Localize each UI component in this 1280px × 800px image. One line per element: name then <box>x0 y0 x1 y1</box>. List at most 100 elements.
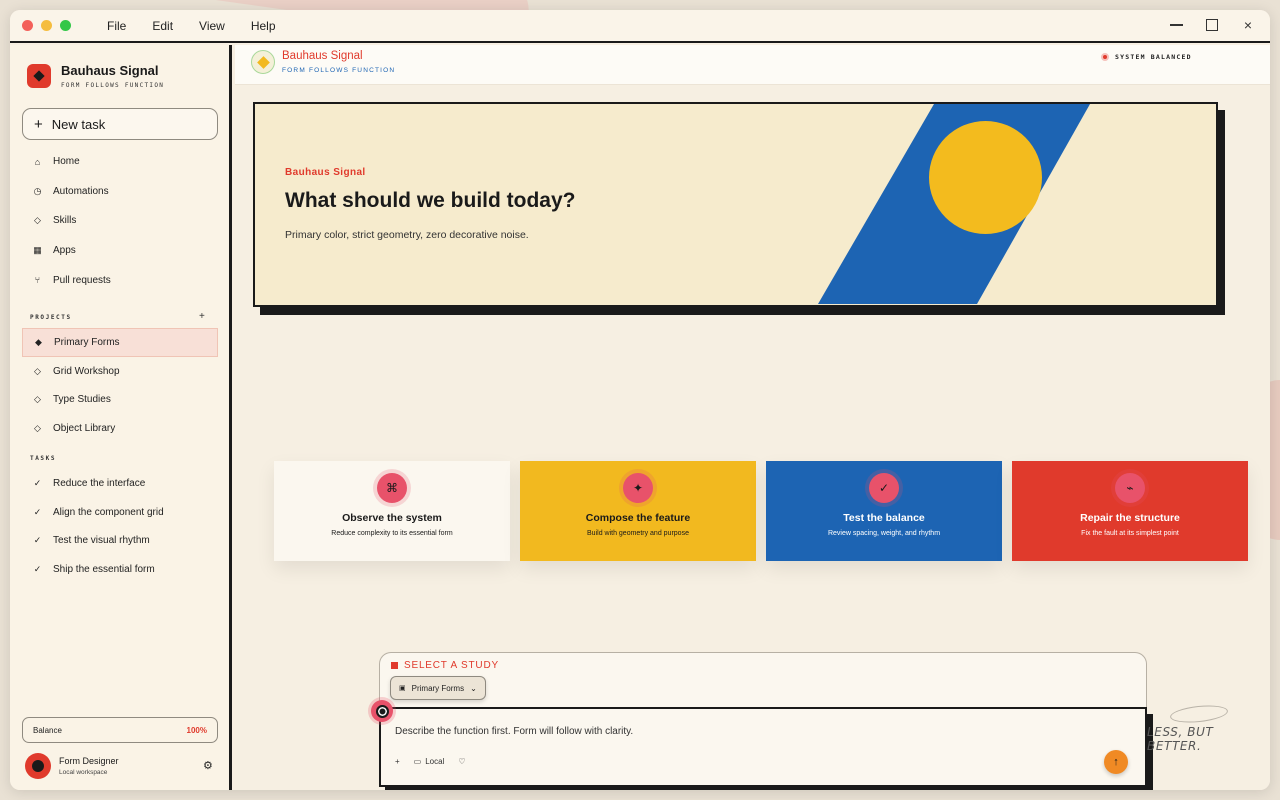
local-mode-button[interactable]: ▭ Local <box>414 757 445 766</box>
task-item[interactable]: ✓ Ship the essential form <box>22 555 218 584</box>
task-label: Ship the essential form <box>53 564 155 576</box>
topbar-subtitle: Form follows function <box>282 67 396 74</box>
card-repair-structure[interactable]: ⌁ Repair the structure Fix the fault at … <box>1012 461 1248 561</box>
task-item[interactable]: ✓ Align the component grid <box>22 498 218 527</box>
menu-file[interactable]: File <box>107 19 126 33</box>
shield-icon[interactable]: ♡ <box>458 757 465 766</box>
chevron-down-icon: ⌄ <box>470 683 477 693</box>
brand-title: Bauhaus Signal <box>61 63 159 78</box>
projects-heading: Projects <box>30 314 72 321</box>
card-subtitle: Review spacing, weight, and rhythm <box>827 530 941 537</box>
brand-subtitle: Form follows function <box>61 82 165 89</box>
title-bar: File Edit View Help × <box>10 10 1270 43</box>
tagline: LESS, BUT BETTER. <box>1147 725 1214 753</box>
card-subtitle: Reduce complexity to its essential form <box>331 530 453 537</box>
hero-banner: Bauhaus Signal What should we build toda… <box>253 102 1218 307</box>
card-title: Repair the structure <box>1080 512 1180 524</box>
diamond-icon: ◇ <box>34 365 41 376</box>
balance-label: Balance <box>33 725 62 735</box>
plus-icon: + <box>34 115 43 133</box>
user-profile[interactable]: Form Designer Local workspace ⚙ <box>25 753 221 779</box>
card-subtitle: Fix the fault at its simplest point <box>1081 530 1179 537</box>
minimize-dot[interactable] <box>41 20 52 31</box>
menu-edit[interactable]: Edit <box>152 19 173 33</box>
sidebar-item-home[interactable]: ⌂ Home <box>22 147 218 177</box>
task-item[interactable]: ✓ Reduce the interface <box>22 469 218 498</box>
study-icon: ▣ <box>399 685 406 692</box>
zoom-dot[interactable] <box>60 20 71 31</box>
check-icon: ✓ <box>33 564 42 575</box>
diamond-icon: ◇ <box>34 423 41 434</box>
traffic-lights <box>22 20 71 31</box>
sidebar-item-pull-requests[interactable]: ⑂ Pull requests <box>22 265 218 295</box>
close-icon[interactable]: × <box>1240 16 1256 34</box>
card-test-balance[interactable]: ✓ Test the balance Review spacing, weigh… <box>766 461 1002 561</box>
brand-logo-icon <box>27 64 51 88</box>
minimize-icon[interactable] <box>1168 16 1184 34</box>
tagline-ellipse <box>1169 703 1229 725</box>
brand: Bauhaus Signal Form follows function <box>27 63 164 89</box>
new-task-label: New task <box>51 116 106 132</box>
menu-help[interactable]: Help <box>251 19 276 33</box>
record-icon <box>371 700 393 722</box>
hero-title: What should we build today? <box>285 189 576 212</box>
user-name: Form Designer <box>59 756 119 766</box>
sidebar-item-label: Skills <box>53 215 77 227</box>
task-label: Test the visual rhythm <box>53 535 150 547</box>
attach-plus-icon[interactable]: + <box>395 757 400 766</box>
app-window: File Edit View Help × Bauhaus Signal For… <box>10 10 1270 790</box>
card-subtitle: Build with geometry and purpose <box>587 530 689 537</box>
sidebar-item-automations[interactable]: ◷ Automations <box>22 177 218 207</box>
hero-circle-shape <box>929 121 1042 234</box>
close-dot[interactable] <box>22 20 33 31</box>
window-controls: × <box>1168 16 1256 34</box>
tasks-list: ✓ Reduce the interface ✓ Align the compo… <box>22 469 218 584</box>
project-item-primary-forms[interactable]: ◆ Primary Forms <box>22 328 218 357</box>
card-compose-feature[interactable]: ✦ Compose the feature Build with geometr… <box>520 461 756 561</box>
project-item-object-library[interactable]: ◇ Object Library <box>22 414 218 443</box>
project-label: Object Library <box>53 423 116 435</box>
sidebar-item-skills[interactable]: ◇ Skills <box>22 206 218 236</box>
balance-value: 100% <box>186 725 207 735</box>
balance-meter[interactable]: Balance 100% <box>22 717 218 743</box>
diamond-icon: ◇ <box>34 394 41 405</box>
menu-bar: File Edit View Help <box>107 19 276 33</box>
project-label: Primary Forms <box>54 336 120 348</box>
study-selector-panel: Select a study ▣ Primary Forms ⌄ <box>379 652 1147 712</box>
user-workspace: Local workspace <box>59 769 108 776</box>
status-badge: System balanced <box>1101 53 1192 61</box>
maximize-icon[interactable] <box>1204 16 1220 34</box>
command-icon: ⌘ <box>377 473 407 503</box>
check-icon: ✓ <box>33 477 42 488</box>
sparkle-icon: ✦ <box>623 473 653 503</box>
study-label-text: Select a study <box>404 660 499 671</box>
composer-tools: + ▭ Local ♡ <box>395 757 466 766</box>
check-icon: ✓ <box>869 473 899 503</box>
local-label: Local <box>425 757 445 766</box>
diamond-icon: ◇ <box>34 215 41 226</box>
study-dropdown[interactable]: ▣ Primary Forms ⌄ <box>390 676 486 700</box>
task-item[interactable]: ✓ Test the visual rhythm <box>22 527 218 556</box>
study-value: Primary Forms <box>411 683 465 693</box>
wrench-icon: ⌁ <box>1115 473 1145 503</box>
hero-subtitle: Primary color, strict geometry, zero dec… <box>285 229 529 241</box>
clock-icon: ◷ <box>33 185 42 196</box>
projects-list: ◆ Primary Forms ◇ Grid Workshop ◇ Type S… <box>22 328 218 443</box>
grid-icon: ▦ <box>33 245 42 256</box>
main-area: Bauhaus Signal Form follows function Sys… <box>235 45 1270 790</box>
sidebar-item-apps[interactable]: ▦ Apps <box>22 236 218 266</box>
action-cards: ⌘ Observe the system Reduce complexity t… <box>274 461 1248 561</box>
prompt-composer[interactable]: Describe the function first. Form will f… <box>379 707 1147 787</box>
prompt-input[interactable]: Describe the function first. Form will f… <box>395 726 633 737</box>
project-item-grid-workshop[interactable]: ◇ Grid Workshop <box>22 357 218 386</box>
status-text: System balanced <box>1115 53 1192 61</box>
send-button[interactable]: ↑ <box>1104 750 1128 774</box>
study-label: Select a study <box>391 660 499 671</box>
project-item-type-studies[interactable]: ◇ Type Studies <box>22 386 218 415</box>
menu-view[interactable]: View <box>199 19 225 33</box>
check-icon: ✓ <box>33 535 42 546</box>
gear-icon[interactable]: ⚙ <box>203 759 213 772</box>
card-observe-system[interactable]: ⌘ Observe the system Reduce complexity t… <box>274 461 510 561</box>
add-project-button[interactable]: + <box>199 311 205 322</box>
new-task-button[interactable]: + New task <box>22 108 218 140</box>
